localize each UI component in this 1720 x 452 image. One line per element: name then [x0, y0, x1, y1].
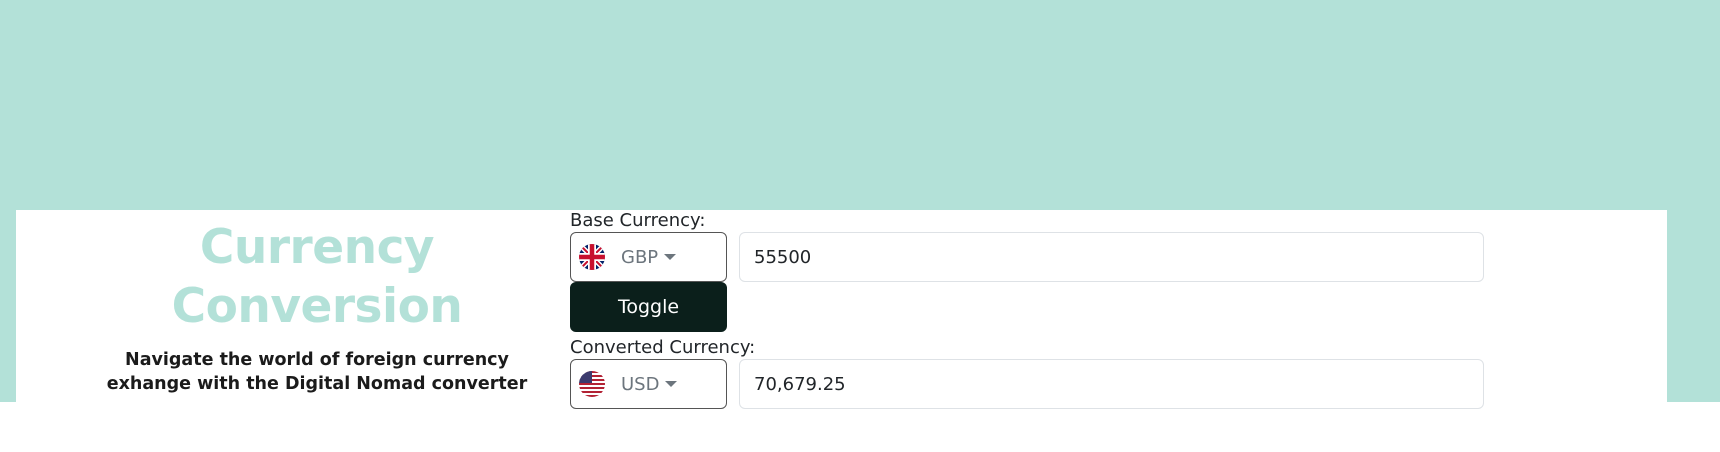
base-currency-group: GBP: [570, 232, 1486, 282]
chevron-down-icon: [664, 254, 677, 260]
us-flag-icon: [579, 371, 605, 397]
base-currency-label: Base Currency:: [570, 210, 706, 231]
converted-currency-label: Converted Currency:: [570, 337, 756, 358]
page-title-line-1: Currency: [199, 220, 435, 275]
base-amount-input[interactable]: [739, 232, 1484, 282]
converter-form: Base Currency: GBP Toggle Converted C: [570, 210, 1486, 409]
chevron-down-icon: [665, 381, 678, 387]
page-subtitle-line-2: exhange with the Digital Nomad converter: [106, 374, 528, 394]
hero-section: Currency Conversion Navigate the world o…: [102, 218, 532, 396]
base-currency-select[interactable]: GBP: [570, 232, 727, 282]
converted-currency-code: USD: [621, 373, 660, 395]
converter-card: Currency Conversion Navigate the world o…: [16, 210, 1667, 409]
base-currency-code: GBP: [621, 246, 659, 268]
toggle-button[interactable]: Toggle: [570, 282, 727, 332]
uk-flag-icon: [579, 244, 605, 270]
converted-currency-select[interactable]: USD: [570, 359, 727, 409]
page-subtitle-line-1: Navigate the world of foreign currency: [125, 350, 509, 370]
page-title: Currency Conversion: [102, 218, 532, 336]
converted-currency-group: USD: [570, 359, 1486, 409]
page-title-line-2: Conversion: [171, 279, 463, 334]
converted-amount-input[interactable]: [739, 359, 1484, 409]
page-subtitle: Navigate the world of foreign currency e…: [102, 348, 532, 396]
